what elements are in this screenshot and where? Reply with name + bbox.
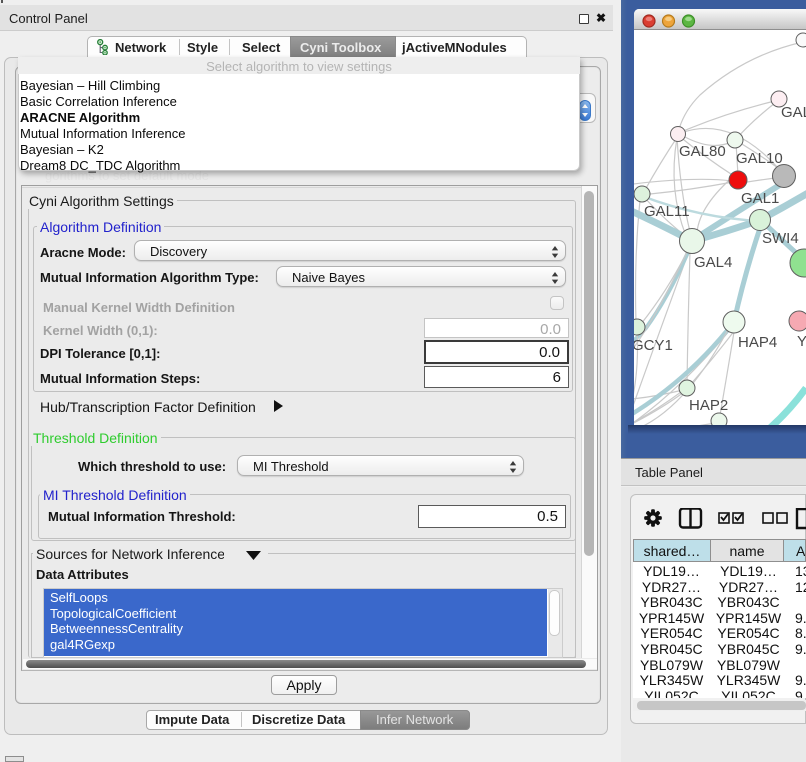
svg-text:SWI4: SWI4 bbox=[762, 230, 799, 247]
svg-text:GAL4: GAL4 bbox=[694, 254, 732, 271]
svg-text:GAL80: GAL80 bbox=[679, 143, 726, 160]
svg-text:GCY1: GCY1 bbox=[634, 337, 673, 354]
svg-text:HAP4: HAP4 bbox=[738, 334, 777, 351]
svg-text:GAL10: GAL10 bbox=[736, 150, 783, 167]
svg-text:GAL1: GAL1 bbox=[741, 190, 779, 207]
svg-text:HAP2: HAP2 bbox=[689, 397, 728, 414]
svg-text:GAL11: GAL11 bbox=[644, 203, 690, 220]
svg-text:YJ: YJ bbox=[797, 333, 806, 350]
svg-text:GAL2: GAL2 bbox=[781, 104, 806, 121]
